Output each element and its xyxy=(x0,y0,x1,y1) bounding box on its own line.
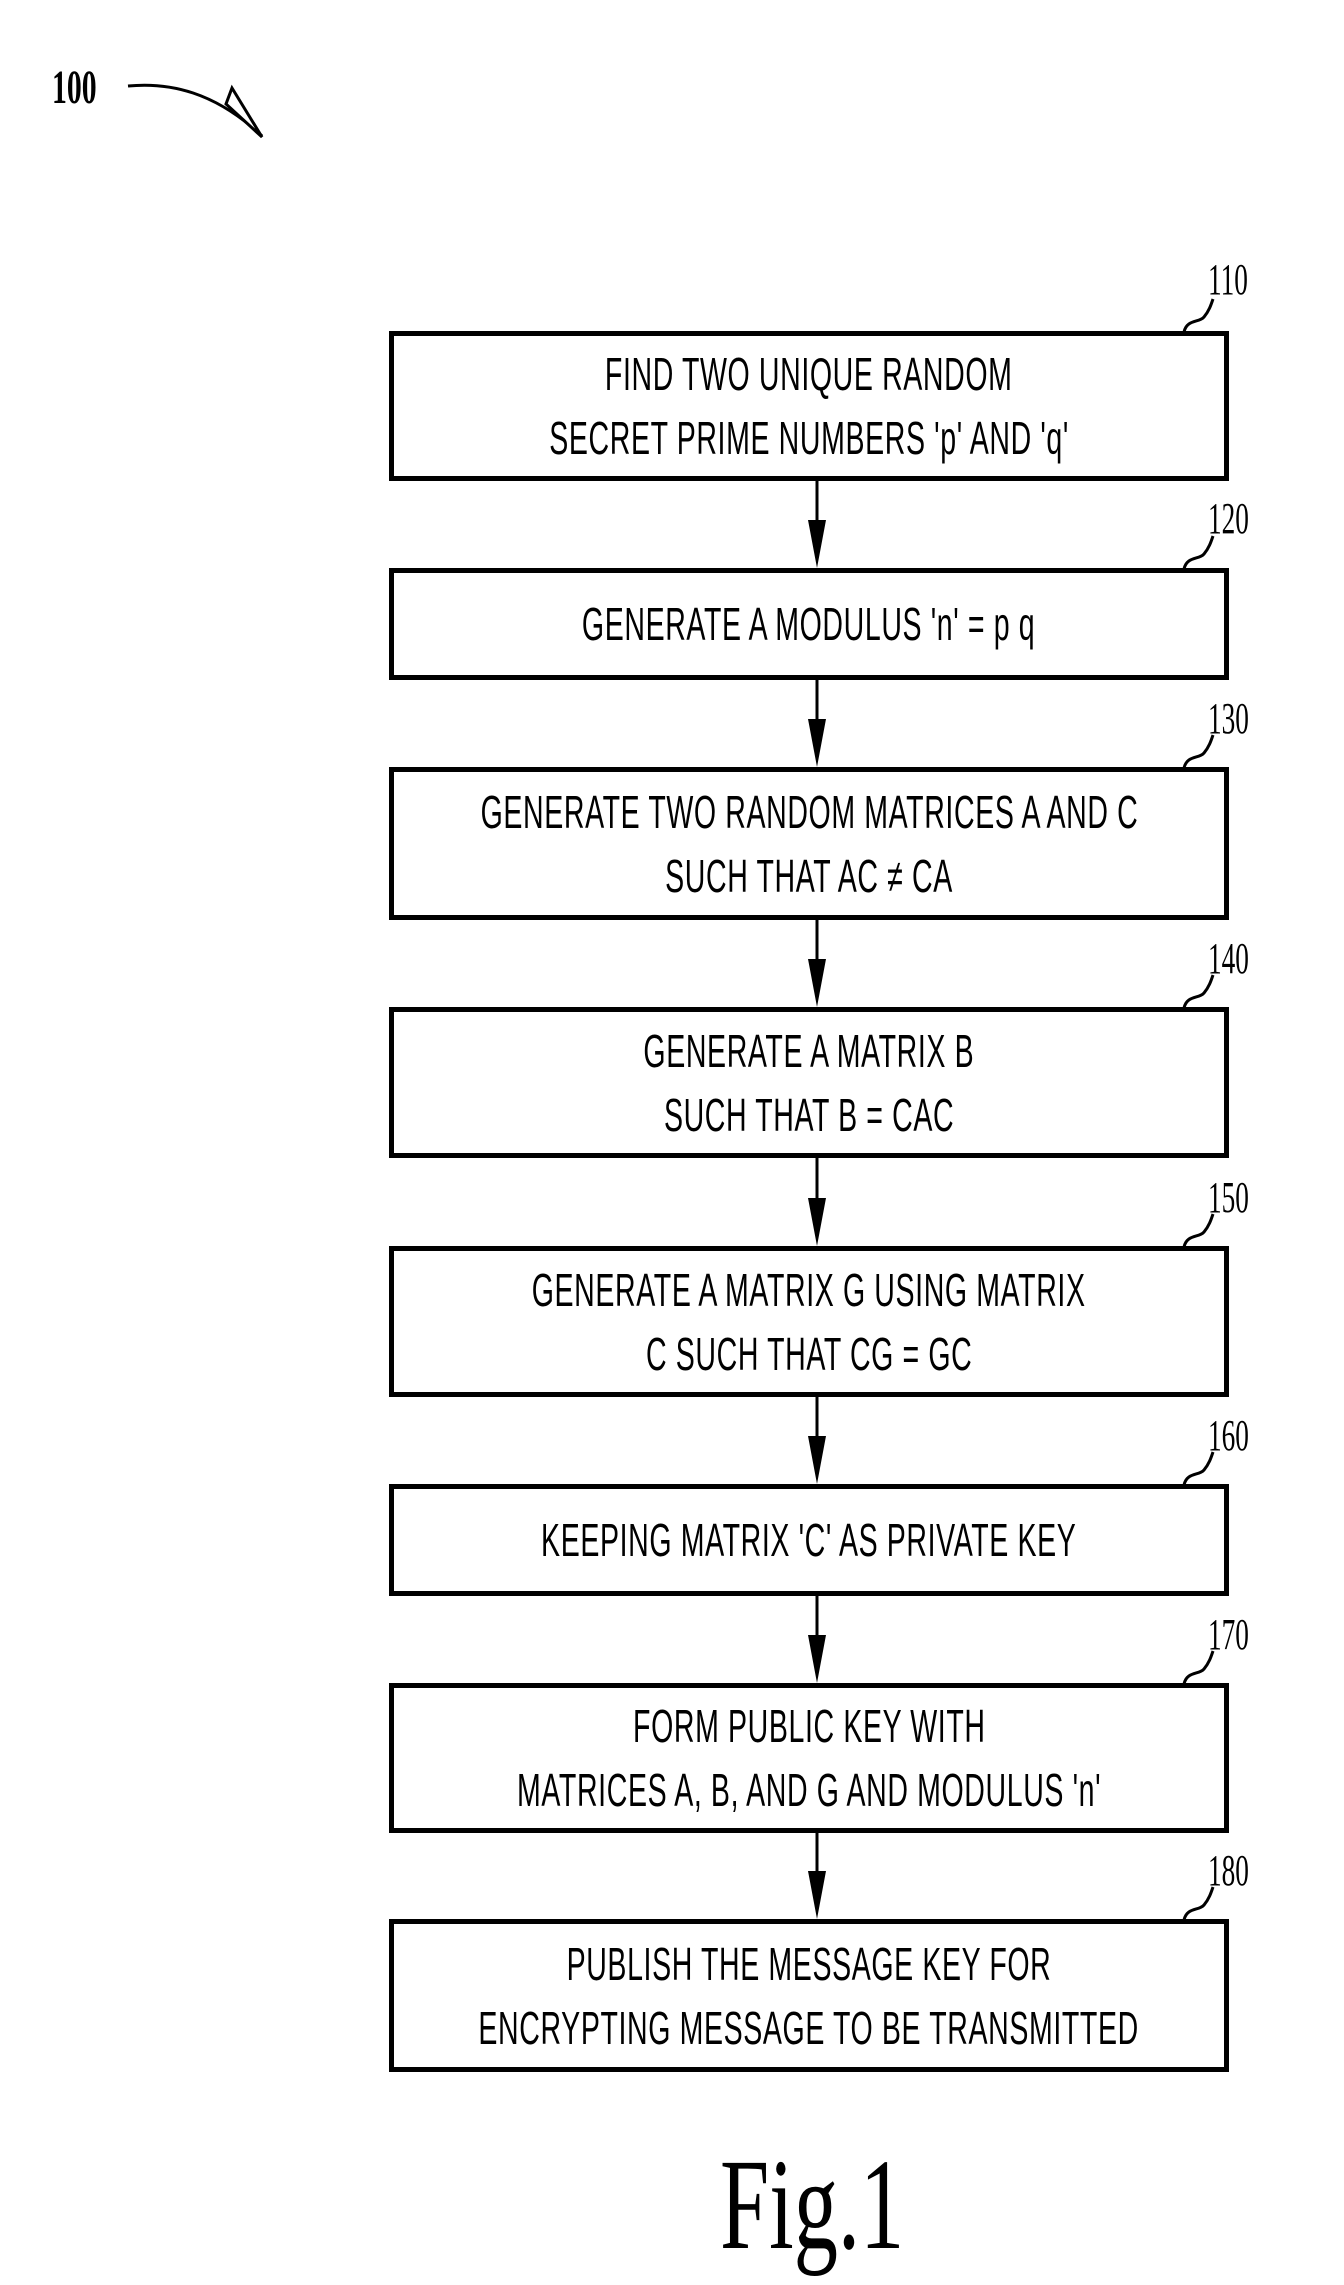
step-ref-140: 140 xyxy=(1208,934,1249,983)
figure-reference-arrow xyxy=(127,83,264,139)
step-text-line: GENERATE A MODULUS 'n' = p q xyxy=(582,598,1036,650)
step-ref-110: 110 xyxy=(1208,255,1248,304)
step-text-line: SECRET PRIME NUMBERS 'p' AND 'q' xyxy=(549,412,1069,464)
step-box-150: GENERATE A MATRIX G USING MATRIX C SUCH … xyxy=(389,1246,1229,1397)
step-text-line: SUCH THAT AC ≠ CA xyxy=(665,849,953,902)
step-text-line: SUCH THAT B = CAC xyxy=(663,1088,955,1141)
step-text-line: MATRICES A, B, AND G AND MODULUS 'n' xyxy=(516,1764,1102,1816)
step-text-line: ENCRYPTING MESSAGE TO BE TRANSMITTED xyxy=(478,2001,1140,2054)
flow-arrow-head xyxy=(808,719,826,767)
step-box-160: KEEPING MATRIX 'C' AS PRIVATE KEY xyxy=(389,1484,1229,1596)
flow-arrow xyxy=(808,1397,826,1484)
step-ref-150: 150 xyxy=(1208,1173,1249,1222)
flow-arrow-head xyxy=(808,959,826,1007)
step-text-line: C SUCH THAT CG = GC xyxy=(645,1327,973,1380)
flow-arrow xyxy=(808,920,826,1007)
flow-arrow-head xyxy=(808,1436,826,1484)
step-ref-130: 130 xyxy=(1208,694,1249,743)
step-text-line: PUBLISH THE MESSAGE KEY FOR xyxy=(566,1937,1052,1990)
step-text-line: GENERATE TWO RANDOM MATRICES A AND C xyxy=(480,785,1138,838)
step-ref-160: 160 xyxy=(1208,1411,1249,1460)
step-box-180: PUBLISH THE MESSAGE KEY FOR ENCRYPTING M… xyxy=(389,1919,1229,2072)
flow-arrow xyxy=(808,1596,826,1683)
step-text-line: GENERATE A MATRIX G USING MATRIX xyxy=(532,1263,1086,1316)
flow-arrow-head xyxy=(808,1635,826,1683)
step-ref-180: 180 xyxy=(1208,1846,1249,1895)
step-box-140: GENERATE A MATRIX B SUCH THAT B = CAC xyxy=(389,1007,1229,1158)
flow-arrow xyxy=(808,1158,826,1246)
flow-arrow xyxy=(808,1833,826,1919)
step-ref-120: 120 xyxy=(1208,494,1249,543)
flow-arrow-head xyxy=(808,1871,826,1919)
step-ref-170: 170 xyxy=(1208,1610,1249,1659)
flowchart-canvas: 100 FIND TWO UNIQUE RANDOM SECRET PRIME … xyxy=(0,0,1344,2285)
flow-arrow-head xyxy=(808,1198,826,1246)
step-box-120: GENERATE A MODULUS 'n' = p q xyxy=(389,568,1229,680)
flow-arrow-head xyxy=(808,520,826,568)
flow-arrow xyxy=(808,680,826,767)
step-box-130: GENERATE TWO RANDOM MATRICES A AND C SUC… xyxy=(389,767,1229,920)
step-text-line: FIND TWO UNIQUE RANDOM xyxy=(605,348,1013,400)
step-box-110: FIND TWO UNIQUE RANDOM SECRET PRIME NUMB… xyxy=(389,331,1229,481)
step-box-170: FORM PUBLIC KEY WITH MATRICES A, B, AND … xyxy=(389,1683,1229,1833)
step-text-line: FORM PUBLIC KEY WITH xyxy=(632,1700,986,1752)
step-text-line: GENERATE A MATRIX B xyxy=(643,1024,975,1077)
figure-caption: Fig.1 xyxy=(720,2133,905,2277)
step-text-line: KEEPING MATRIX 'C' AS PRIVATE KEY xyxy=(541,1514,1077,1566)
flow-arrow xyxy=(808,481,826,568)
